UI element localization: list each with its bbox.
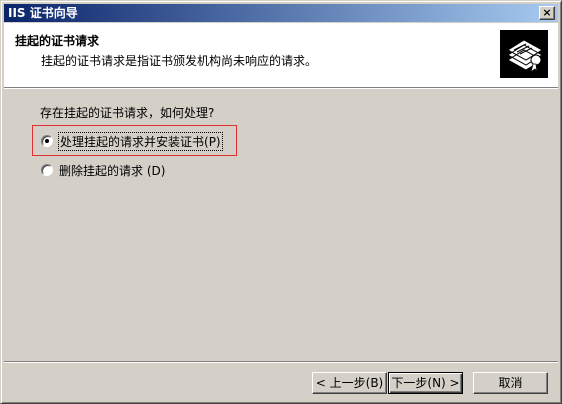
close-button[interactable]: × — [539, 6, 555, 20]
option-delete-label: 删除挂起的请求 (D) — [59, 162, 165, 179]
header-divider — [4, 87, 558, 89]
back-button[interactable]: < 上一步(B) — [312, 372, 387, 394]
question-label: 存在挂起的证书请求，如何处理? — [40, 106, 215, 120]
radio-delete[interactable] — [41, 164, 53, 176]
option-delete-text: 删除挂起的请求 — [59, 163, 144, 178]
wizard-window: IIS 证书向导 × 挂起的证书请求 挂起的证书请求是指证书颁发机构尚未响应的请… — [0, 0, 562, 404]
option-delete-hotkey: (D) — [146, 163, 166, 178]
next-button[interactable]: 下一步(N) > — [388, 372, 463, 394]
option-process-install-label: 处理挂起的请求并安装证书(P) — [58, 131, 223, 151]
cancel-button[interactable]: 取消 — [473, 372, 548, 394]
header-title: 挂起的证书请求 — [15, 34, 100, 48]
wizard-header: 挂起的证书请求 挂起的证书请求是指证书颁发机构尚未响应的请求。 — [4, 23, 558, 87]
header-subtitle: 挂起的证书请求是指证书颁发机构尚未响应的请求。 — [41, 54, 318, 68]
option-process-install[interactable]: 处理挂起的请求并安装证书(P) — [41, 131, 223, 151]
radio-process-install[interactable] — [41, 135, 53, 147]
footer-divider — [4, 361, 558, 363]
option-process-install-text: 处理挂起的请求并安装证书 — [60, 134, 205, 149]
option-delete[interactable]: 删除挂起的请求 (D) — [41, 161, 165, 179]
certificate-icon — [500, 30, 548, 78]
title-bar[interactable]: IIS 证书向导 × — [4, 4, 558, 22]
window-title: IIS 证书向导 — [8, 6, 78, 20]
option-process-install-hotkey: (P) — [204, 134, 221, 149]
close-icon: × — [542, 6, 552, 19]
